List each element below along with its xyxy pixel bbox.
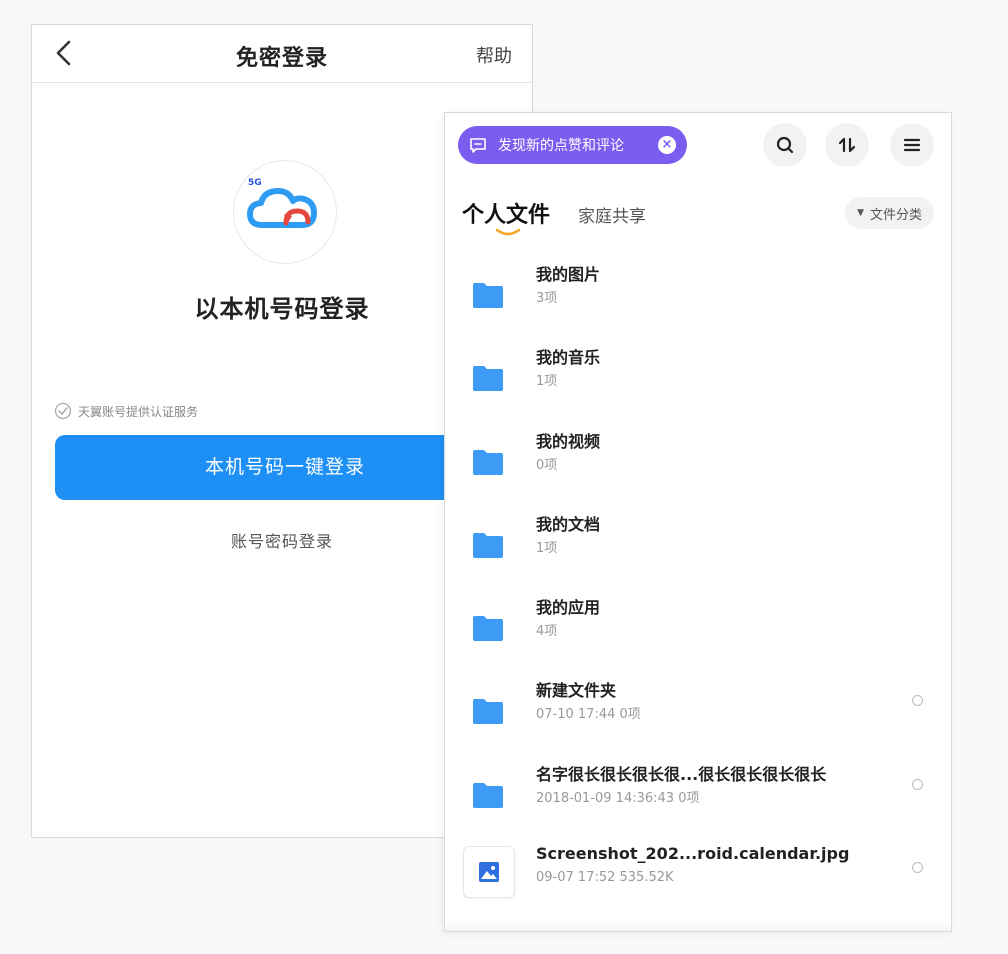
file-name: 我的文档 [536,515,601,534]
file-list-item[interactable]: 我的文档 1项 [445,511,951,594]
file-meta: 3项 [536,291,558,306]
page-title: 免密登录 [235,46,328,71]
folder-icon [473,283,503,308]
help-link[interactable]: 帮助 [476,42,512,68]
folder-icon [473,533,503,558]
file-category-dropdown[interactable]: ▼ 文件分类 [845,197,934,229]
menu-icon [903,138,921,152]
file-list-item[interactable]: 名字很长很长很长很...很长很长很长很长 2018-01-09 14:36:43 … [445,761,951,844]
file-list-item[interactable]: Screenshot_202...roid.calendar.jpg 09-07 … [445,844,951,927]
image-file-thumbnail [463,846,515,898]
tab-personal-files[interactable]: 个人文件 [462,197,550,229]
5g-badge: 5G [248,178,262,188]
file-list-item[interactable]: 我的应用 4项 [445,594,951,677]
file-name: 我的视频 [536,432,601,451]
file-list-item[interactable]: 我的音乐 1项 [445,344,951,427]
notification-pill[interactable]: 发现新的点赞和评论 × [458,126,687,164]
file-name: 名字很长很长很长很...很长很长很长很长 [536,765,827,784]
file-meta: 07-10 17:44 0项 [536,707,641,722]
tab-active-indicator [495,228,521,236]
folder-icon [473,366,503,391]
notification-text: 发现新的点赞和评论 [498,138,624,154]
menu-button[interactable] [890,123,934,167]
folder-icon [473,450,503,475]
folder-icon [473,783,503,808]
list-bottom-edge [445,921,951,931]
cloud-app-logo-icon: 5G [233,160,337,264]
search-icon [776,136,794,154]
file-name: 新建文件夹 [536,681,617,700]
file-list-item[interactable]: 我的图片 3项 [445,261,951,344]
image-icon [479,862,499,882]
file-meta: 1项 [536,541,558,556]
folder-icon [473,699,503,724]
file-meta: 2018-01-09 14:36:43 0项 [536,791,700,806]
file-meta: 4项 [536,624,558,639]
file-name: 我的应用 [536,598,601,617]
service-note: 天翼账号提供认证服务 [54,402,198,420]
service-note-text: 天翼账号提供认证服务 [78,404,199,419]
file-meta: 0项 [536,458,558,473]
file-name: 我的图片 [536,265,601,284]
sort-button[interactable] [825,123,869,167]
caret-down-icon: ▼ [857,208,864,218]
shield-check-icon [54,402,72,420]
close-icon[interactable]: × [658,136,676,154]
file-list-item[interactable]: 新建文件夹 07-10 17:44 0项 [445,677,951,760]
category-filter-label: 文件分类 [869,207,922,223]
folder-icon [473,616,503,641]
select-radio-button[interactable] [912,779,923,790]
search-button[interactable] [763,123,807,167]
select-radio-button[interactable] [912,862,923,873]
message-icon [470,138,486,153]
file-name: 我的音乐 [536,348,601,367]
file-meta: 09-07 17:52 535.52K [536,870,674,885]
select-radio-button[interactable] [912,695,923,706]
tab-family-share[interactable]: 家庭共享 [578,202,646,227]
file-name: Screenshot_202...roid.calendar.jpg [536,844,850,863]
file-meta: 1项 [536,374,558,389]
login-header: 免密登录 帮助 [32,25,532,83]
file-list-item[interactable]: 我的视频 0项 [445,428,951,511]
sort-icon [838,137,856,153]
file-panel: 发现新的点赞和评论 × 个人文件 家庭共享 ▼ 文件分类 我的图片 3项我的音乐 1… [444,112,952,932]
